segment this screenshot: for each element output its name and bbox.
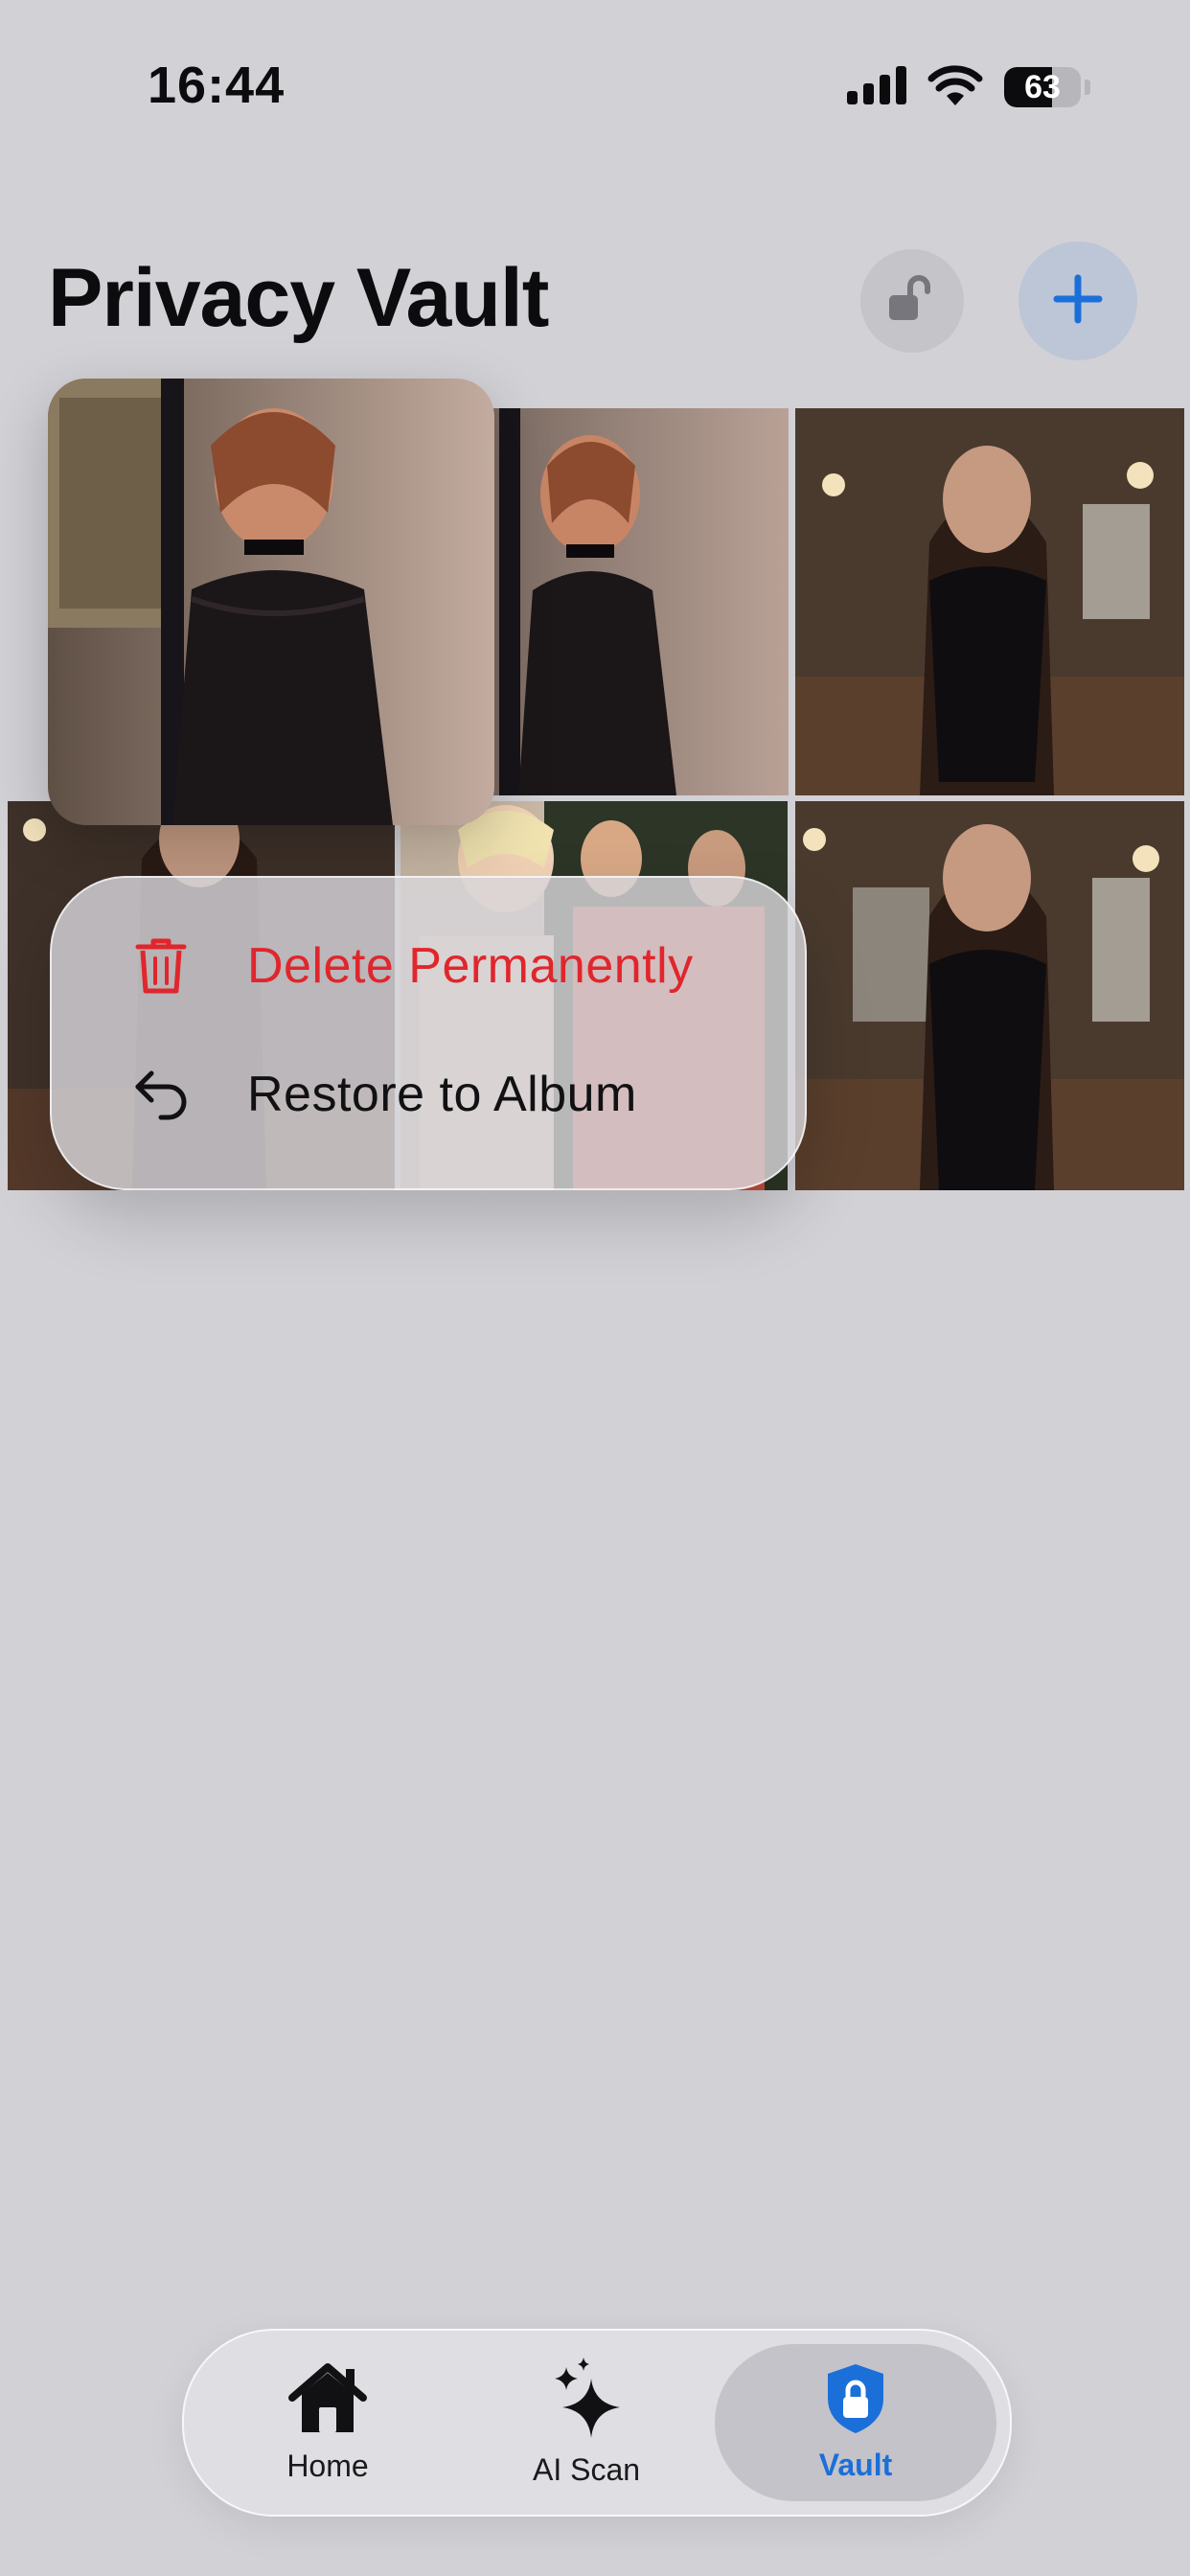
selected-photo-preview[interactable] [48,379,494,825]
tab-home[interactable]: Home [241,2331,414,2515]
vault-screen: 16:44 63 Privacy Vault Delete Permanentl… [0,0,1190,2576]
delete-permanently-menu-item[interactable]: Delete Permanently [126,918,694,1014]
photo-thumbnail[interactable] [795,801,1184,1190]
tab-ai-scan-label: AI Scan [532,2452,641,2487]
lock-button[interactable] [860,249,964,353]
page-title: Privacy Vault [48,252,549,344]
battery-percent: 63 [1024,68,1061,105]
wifi-icon [927,64,983,110]
tab-home-label: Home [286,2449,369,2483]
sparkles-icon [549,2358,624,2445]
status-time: 16:44 [148,57,286,114]
lock-shield-icon [824,2362,887,2440]
battery-tip [1085,80,1090,95]
restore-to-album-menu-item[interactable]: Restore to Album [126,1046,637,1142]
undo-arrow-icon [126,1060,195,1129]
add-button[interactable] [1018,242,1137,360]
house-icon [286,2361,369,2441]
plus-icon [1051,272,1105,331]
cellular-signal-icon [847,65,906,109]
battery-icon: 63 [1004,67,1090,107]
tab-bar: Home AI Scan Vault [182,2329,1012,2517]
battery-body: 63 [1004,67,1081,107]
trash-icon [126,932,195,1000]
tab-ai-scan[interactable]: AI Scan [500,2331,673,2515]
restore-to-album-label: Restore to Album [247,1067,637,1122]
delete-permanently-label: Delete Permanently [247,938,694,994]
unlocked-padlock-icon [885,272,939,331]
tab-vault-label: Vault [818,2448,893,2482]
photo-thumbnail[interactable] [795,408,1184,795]
status-icons: 63 [847,63,1090,111]
tab-vault[interactable]: Vault [715,2344,996,2501]
